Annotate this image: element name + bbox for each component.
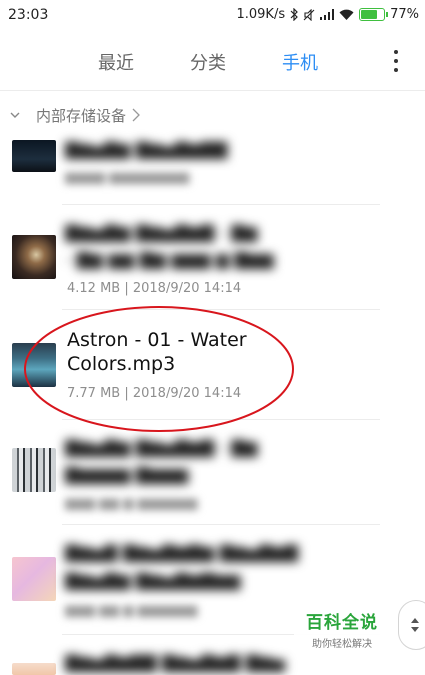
blurred-meta: ▆▆▆ ▆▆ ▆ ▆▆▆▆▆▆ bbox=[65, 496, 198, 511]
file-title: Astron - 01 - Water Colors.mp3 bbox=[67, 329, 247, 375]
file-meta: 7.77 MB | 2018/9/20 14:14 bbox=[67, 386, 242, 401]
album-thumbnail bbox=[12, 343, 56, 387]
watermark-sub: 助你轻松解决 bbox=[312, 639, 372, 650]
album-thumbnail bbox=[12, 557, 56, 601]
breadcrumb[interactable]: 内部存储设备 bbox=[0, 100, 425, 130]
blurred-title: ▇▆▅▇▆▇▇ ▇▆▅▇▆▇ ▇▆▅ bbox=[65, 653, 285, 673]
watermark-main: 百科全说 bbox=[306, 613, 378, 633]
network-speed: 1.09K/s bbox=[236, 7, 286, 22]
album-thumbnail bbox=[12, 235, 56, 279]
sort-icon bbox=[411, 618, 419, 632]
file-row-highlighted[interactable]: Astron - 01 - Water Colors.mp3 7.77 MB |… bbox=[0, 310, 425, 420]
album-thumbnail bbox=[12, 140, 56, 172]
blurred-title: ▇▆▅▇▆ ▇▆▅▇▆▇ - ▇▆ bbox=[65, 438, 258, 458]
tab-recent[interactable]: 最近 bbox=[98, 49, 134, 75]
watermark-logo: 百科全说 助你轻松解决 bbox=[294, 605, 390, 651]
file-row-partial-top[interactable]: ▇▆▅▇▆ ▇▆▅▇▆▇▇ ▆▆▆▆ ▆▆▆▆▆▆▆▆ bbox=[0, 130, 425, 205]
status-time: 23:03 bbox=[8, 7, 49, 23]
chevron-down-icon bbox=[10, 112, 20, 118]
fast-scroll-button[interactable] bbox=[398, 600, 425, 650]
battery-cap bbox=[386, 12, 389, 17]
tab-category[interactable]: 分类 bbox=[190, 49, 226, 75]
file-row-previous[interactable]: ▇▆▅▇▆ ▇▆▅▇▆▇ - ▇▆ - ▇▆ ▆▆ ▇▆ ▆▆▆ ▆ ▇▆▆ 4… bbox=[0, 205, 425, 310]
blurred-title: ▇▆▅▇ ▇▆▅▇▆▇▆ ▇▆▅▇▆▇ bbox=[65, 543, 299, 563]
blurred-title: ▇▆▅▇▆ ▇▆▅▇▆▇▆▆ bbox=[65, 571, 241, 591]
file-meta: 4.12 MB | 2018/9/20 14:14 bbox=[67, 281, 242, 296]
status-icons: 1.09K/s 77% bbox=[236, 7, 419, 22]
blurred-title: - ▇▆ ▆▆ ▇▆ ▆▆▆ ▆ ▇▆▆ bbox=[65, 250, 274, 270]
blurred-meta: ▆▆▆ ▆▆ ▆ ▆▆▆▆▆▆ bbox=[65, 603, 198, 618]
mute-icon bbox=[303, 8, 315, 21]
battery-fill bbox=[361, 10, 378, 19]
more-icon[interactable] bbox=[393, 50, 399, 72]
bluetooth-icon bbox=[290, 8, 298, 21]
file-row-next[interactable]: ▇▆▅▇▆ ▇▆▅▇▆▇ - ▇▆ ▇▆▆▆▆ ▇▆▆▆ ▆▆▆ ▆▆ ▆ ▆▆… bbox=[0, 420, 425, 525]
chevron-right-icon bbox=[132, 108, 140, 122]
blurred-meta: ▆▆▆▆ ▆▆▆▆▆▆▆▆ bbox=[65, 170, 190, 185]
album-thumbnail bbox=[12, 663, 56, 675]
tab-bar: 最近 分类 手机 bbox=[0, 40, 425, 80]
blurred-title: ▇▆▆▆▆ ▇▆▆▆ bbox=[65, 465, 189, 485]
tab-phone[interactable]: 手机 bbox=[282, 49, 318, 75]
wifi-icon bbox=[339, 9, 354, 20]
signal-icon bbox=[320, 9, 335, 20]
blurred-title: ▇▆▅▇▆ ▇▆▅▇▆▇ - ▇▆ bbox=[65, 223, 258, 243]
battery-icon bbox=[359, 8, 389, 21]
status-bar: 23:03 1.09K/s 77% bbox=[0, 0, 425, 30]
battery-percent: 77% bbox=[390, 7, 419, 22]
album-thumbnail bbox=[12, 448, 56, 492]
breadcrumb-label: 内部存储设备 bbox=[36, 106, 127, 125]
header-divider bbox=[0, 90, 425, 91]
blurred-title: ▇▆▅▇▆ ▇▆▅▇▆▇▇ bbox=[65, 140, 228, 160]
